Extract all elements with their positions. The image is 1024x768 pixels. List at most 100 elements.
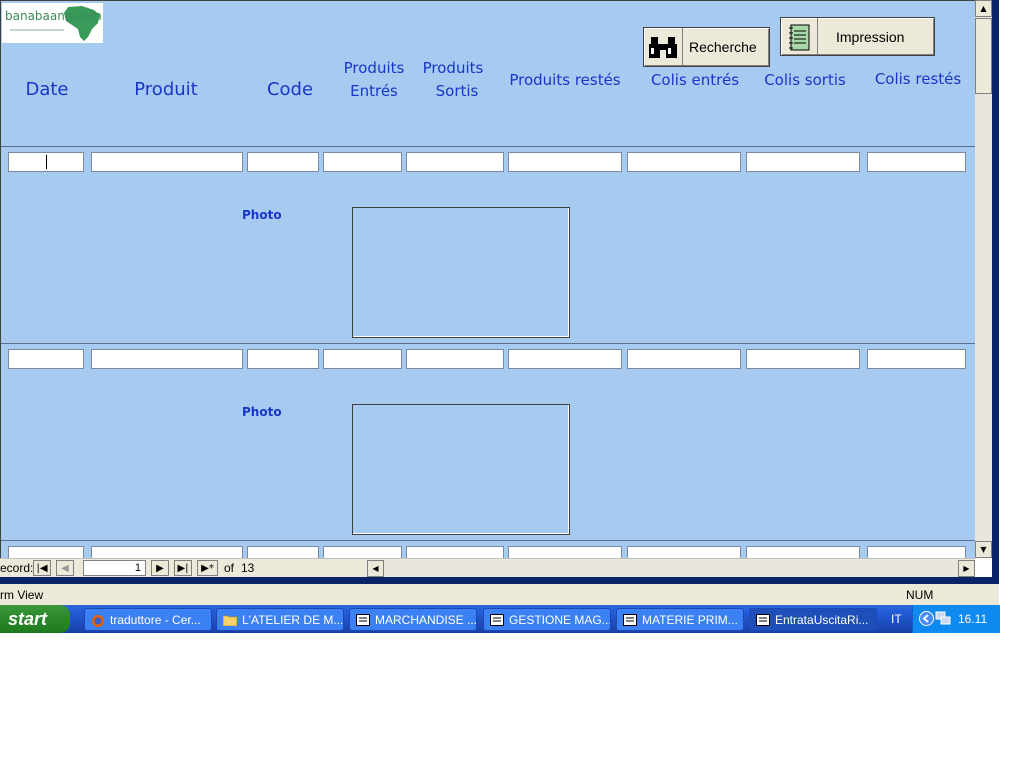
new-record-button[interactable]: ▶*: [197, 560, 218, 576]
task-label: L'ATELIER DE M...: [242, 612, 344, 627]
num-lock-indicator: NUM: [906, 588, 934, 602]
col-header-produits-sortis-1: Produits: [422, 59, 484, 77]
scroll-right-button[interactable]: ▶: [958, 560, 975, 577]
produits-entres-field[interactable]: [323, 349, 402, 369]
colis-entres-field[interactable]: [627, 349, 741, 369]
colis-restes-field[interactable]: [867, 546, 966, 558]
last-record-button[interactable]: ▶|: [174, 560, 192, 576]
produit-field[interactable]: [91, 546, 243, 558]
produits-sortis-field[interactable]: [406, 152, 504, 172]
next-record-button[interactable]: ▶: [151, 560, 169, 576]
photo-frame[interactable]: [352, 404, 570, 535]
scroll-left-button[interactable]: ◀: [367, 560, 384, 577]
search-button[interactable]: Recherche: [643, 27, 770, 67]
col-header-colis-restes: Colis restés: [874, 70, 962, 88]
task-marchandise[interactable]: MARCHANDISE ...: [349, 608, 477, 631]
col-header-produits-entres-1: Produits: [343, 59, 405, 77]
date-field[interactable]: [8, 152, 84, 172]
task-label: MATERIE PRIM...: [642, 612, 738, 627]
record-navigation-bar: ecord: |◀ ◀ 1 ▶ ▶| ▶* of 13 ◀ ▶: [0, 558, 975, 578]
status-bar: rm View NUM: [0, 584, 999, 605]
produits-entres-field[interactable]: [323, 152, 402, 172]
task-folder[interactable]: L'ATELIER DE M...: [216, 608, 344, 631]
form-icon: [623, 613, 637, 626]
produits-restes-field[interactable]: [508, 152, 622, 172]
colis-sortis-field[interactable]: [746, 152, 860, 172]
banabaana-logo: banabaana.com: [2, 3, 103, 43]
taskbar: start traduttore - Cer... L'ATELIER DE M…: [0, 605, 1000, 633]
col-header-produits-restes: Produits restés: [509, 71, 621, 89]
vertical-scrollbar[interactable]: ▲ ▼: [975, 0, 992, 558]
task-label: traduttore - Cer...: [110, 612, 201, 627]
record-total: 13: [241, 561, 255, 575]
task-entrata-uscita[interactable]: EntrataUscitaRi...: [749, 608, 877, 631]
record-label: ecord:: [0, 561, 34, 575]
colis-entres-field[interactable]: [627, 152, 741, 172]
produits-entres-field[interactable]: [323, 546, 402, 558]
task-gestione[interactable]: GESTIONE MAG...: [483, 608, 611, 631]
print-button-label: Impression: [836, 28, 905, 45]
scroll-up-button[interactable]: ▲: [975, 0, 992, 17]
produits-restes-field[interactable]: [508, 546, 622, 558]
colis-sortis-field[interactable]: [746, 349, 860, 369]
record-separator: [1, 343, 975, 344]
window-frame-right: [992, 0, 999, 584]
scroll-down-button[interactable]: ▼: [975, 541, 992, 558]
task-label: MARCHANDISE ...: [375, 612, 477, 627]
record-separator: [1, 540, 975, 541]
tray-expand-icon[interactable]: [919, 611, 934, 630]
photo-label: Photo: [242, 208, 282, 222]
record-of-label: of: [224, 561, 235, 575]
colis-sortis-field[interactable]: [746, 546, 860, 558]
print-button[interactable]: Impression: [780, 17, 935, 56]
col-header-produits-sortis-2: Sortis: [435, 82, 479, 100]
text-cursor: [46, 155, 47, 169]
network-icon[interactable]: [935, 611, 951, 630]
clock[interactable]: 16.11: [958, 612, 987, 626]
form-icon: [756, 613, 770, 626]
start-button[interactable]: start: [0, 605, 70, 633]
notepad-icon: [781, 18, 818, 55]
produit-field[interactable]: [91, 349, 243, 369]
task-label: EntrataUscitaRi...: [775, 612, 869, 627]
search-button-label: Recherche: [689, 39, 757, 55]
form-icon: [356, 613, 370, 626]
task-firefox[interactable]: traduttore - Cer...: [84, 608, 212, 631]
vertical-scroll-thumb[interactable]: [975, 18, 992, 94]
system-tray: 16.11: [912, 605, 1000, 633]
start-label: start: [8, 608, 48, 629]
header-separator: [1, 146, 975, 147]
produits-sortis-field[interactable]: [406, 349, 504, 369]
col-header-colis-entres: Colis entrés: [650, 71, 740, 89]
photo-frame[interactable]: [352, 207, 570, 338]
col-header-produits-entres-2: Entrés: [350, 82, 398, 100]
colis-entres-field[interactable]: [627, 546, 741, 558]
code-field[interactable]: [247, 546, 319, 558]
current-record-input[interactable]: 1: [83, 560, 146, 576]
window-frame-bottom: [0, 577, 999, 584]
col-header-date: Date: [25, 79, 69, 100]
date-field[interactable]: [8, 546, 84, 558]
photo-label: Photo: [242, 405, 282, 419]
task-materie[interactable]: MATERIE PRIM...: [616, 608, 744, 631]
col-header-code: Code: [266, 79, 314, 100]
colis-restes-field[interactable]: [867, 349, 966, 369]
col-header-produit: Produit: [134, 79, 198, 100]
form-detail-area: banabaana.com Date Produit Code Produits…: [0, 0, 975, 558]
logo-text: banabaana.com: [5, 9, 102, 23]
horizontal-scrollbar[interactable]: ◀ ▶: [367, 560, 975, 577]
produits-restes-field[interactable]: [508, 349, 622, 369]
produit-field[interactable]: [91, 152, 243, 172]
col-header-colis-sortis: Colis sortis: [764, 71, 846, 89]
colis-restes-field[interactable]: [867, 152, 966, 172]
date-field[interactable]: [8, 349, 84, 369]
folder-icon: [222, 614, 238, 626]
language-indicator[interactable]: IT: [891, 612, 902, 626]
code-field[interactable]: [247, 152, 319, 172]
code-field[interactable]: [247, 349, 319, 369]
first-record-button[interactable]: |◀: [33, 560, 51, 576]
produits-sortis-field[interactable]: [406, 546, 504, 558]
form-icon: [490, 613, 504, 626]
previous-record-button[interactable]: ◀: [56, 560, 74, 576]
task-label: GESTIONE MAG...: [509, 612, 611, 627]
